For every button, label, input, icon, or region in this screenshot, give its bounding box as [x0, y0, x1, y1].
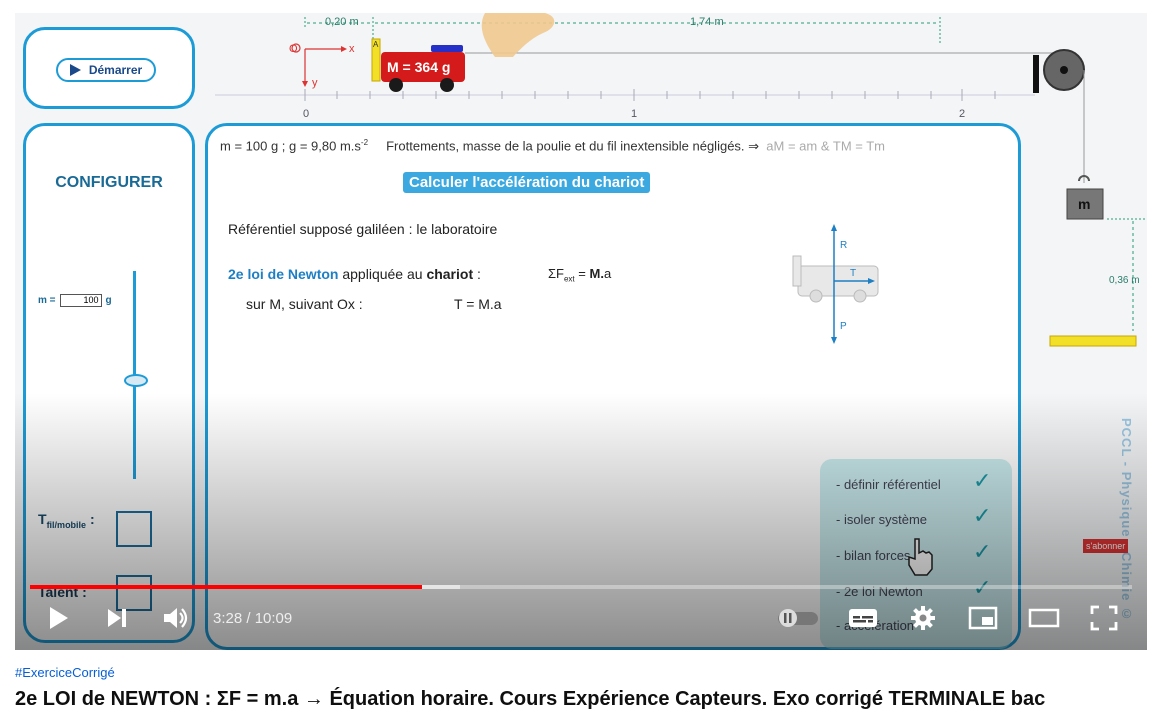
- ruler-tick-0: 0: [303, 108, 309, 120]
- volume-icon: [164, 608, 188, 628]
- y-axis-label: y: [312, 77, 318, 89]
- gear-icon: [911, 606, 935, 630]
- ruler-tick-2: 2: [959, 108, 965, 120]
- checklist-item: - définir référentiel: [836, 477, 941, 492]
- volume-button[interactable]: [161, 604, 191, 632]
- theater-icon: [1028, 608, 1060, 628]
- subtitles-button[interactable]: [847, 604, 879, 632]
- distance-label-2: 1,74 m: [690, 16, 724, 28]
- tension-label: Tfil/mobile :: [38, 511, 95, 530]
- subscribe-badge[interactable]: s'abonner: [1083, 539, 1129, 553]
- mass-input[interactable]: 100: [59, 294, 102, 307]
- hanging-mass-label: m: [1078, 196, 1090, 212]
- autoplay-toggle-icon: [778, 609, 818, 627]
- next-icon: [108, 609, 126, 627]
- tension-equation: T = M.a: [454, 296, 502, 312]
- hand-cursor-icon: [908, 538, 933, 576]
- theater-mode-button[interactable]: [1027, 604, 1061, 632]
- hashtag-link[interactable]: #ExerciceCorrigé: [15, 665, 115, 680]
- mass-unit: g: [105, 295, 112, 306]
- hanging-mass-scene: m 0,36 m: [1049, 123, 1147, 347]
- distance-label-1: 0,20 m: [325, 16, 359, 28]
- progress-played: [30, 585, 423, 589]
- progress-bar[interactable]: [30, 585, 1132, 589]
- next-button[interactable]: [103, 604, 131, 632]
- check-icon: ✓: [973, 504, 992, 529]
- tension-value-box[interactable]: [116, 511, 152, 547]
- force-label-r: R: [840, 240, 847, 251]
- sum-forces-formula: ΣFext = M.a: [548, 266, 612, 284]
- play-button[interactable]: [45, 604, 71, 632]
- fullscreen-button[interactable]: [1089, 604, 1119, 632]
- height-label: 0,36 m: [1109, 275, 1140, 286]
- check-icon: ✓: [973, 469, 992, 494]
- section-title: Calculer l'accélération du chariot: [403, 172, 651, 193]
- channel-watermark: PCCL - Physique - Chimie ©: [1119, 418, 1134, 623]
- fullscreen-icon: [1090, 605, 1118, 631]
- config-panel: CONFIGURER m = 100 g Tfil/mobile : Talen…: [23, 123, 195, 643]
- x-axis-label: x: [349, 43, 355, 55]
- start-panel: Démarrer: [23, 27, 195, 109]
- miniplayer-icon: [968, 606, 998, 630]
- mass-slider-thumb[interactable]: [124, 374, 148, 387]
- time-display: 3:28 / 10:09: [213, 610, 293, 627]
- newton-law-text: 2e loi de Newton appliquée au chariot :: [228, 266, 481, 282]
- force-diagram: R T P: [792, 224, 879, 344]
- origin-label: O: [289, 43, 298, 55]
- start-button[interactable]: Démarrer: [56, 58, 156, 82]
- checklist-item: - bilan forces: [836, 548, 911, 563]
- cart-label: M = 364 g: [387, 59, 450, 75]
- subtitles-icon: [849, 609, 877, 627]
- play-icon: [50, 607, 68, 629]
- ruler-tick-1: 1: [631, 108, 637, 120]
- config-title: CONFIGURER: [55, 174, 163, 191]
- video-player[interactable]: 0,20 m 1,74 m 0 1 2 O x y A M = 364 g m …: [15, 13, 1147, 650]
- checklist-item: - isoler système: [836, 512, 928, 527]
- start-button-label: Démarrer: [88, 63, 143, 77]
- along-axis-text: sur M, suivant Ox :: [246, 296, 363, 312]
- mass-row: m = 100 g: [38, 294, 112, 307]
- force-label-t: T: [850, 268, 856, 279]
- hand-icon: [481, 13, 555, 57]
- hypothesis-line: m = 100 g ; g = 9,80 m.s-2 Frottements, …: [220, 138, 885, 154]
- video-title: 2e LOI de NEWTON : ΣF = m.a → Équation h…: [15, 688, 1046, 710]
- settings-button[interactable]: [909, 604, 937, 632]
- check-icon: ✓: [973, 540, 992, 565]
- mass-label: m =: [38, 295, 56, 306]
- play-triangle-icon: [69, 64, 81, 76]
- force-label-p: P: [840, 321, 847, 332]
- referential-text: Référentiel supposé galiléen : le labora…: [228, 221, 498, 237]
- floor-plate: [1049, 335, 1137, 347]
- cart-letter: A: [373, 40, 379, 49]
- miniplayer-button[interactable]: [967, 604, 999, 632]
- autoplay-toggle[interactable]: [775, 604, 821, 632]
